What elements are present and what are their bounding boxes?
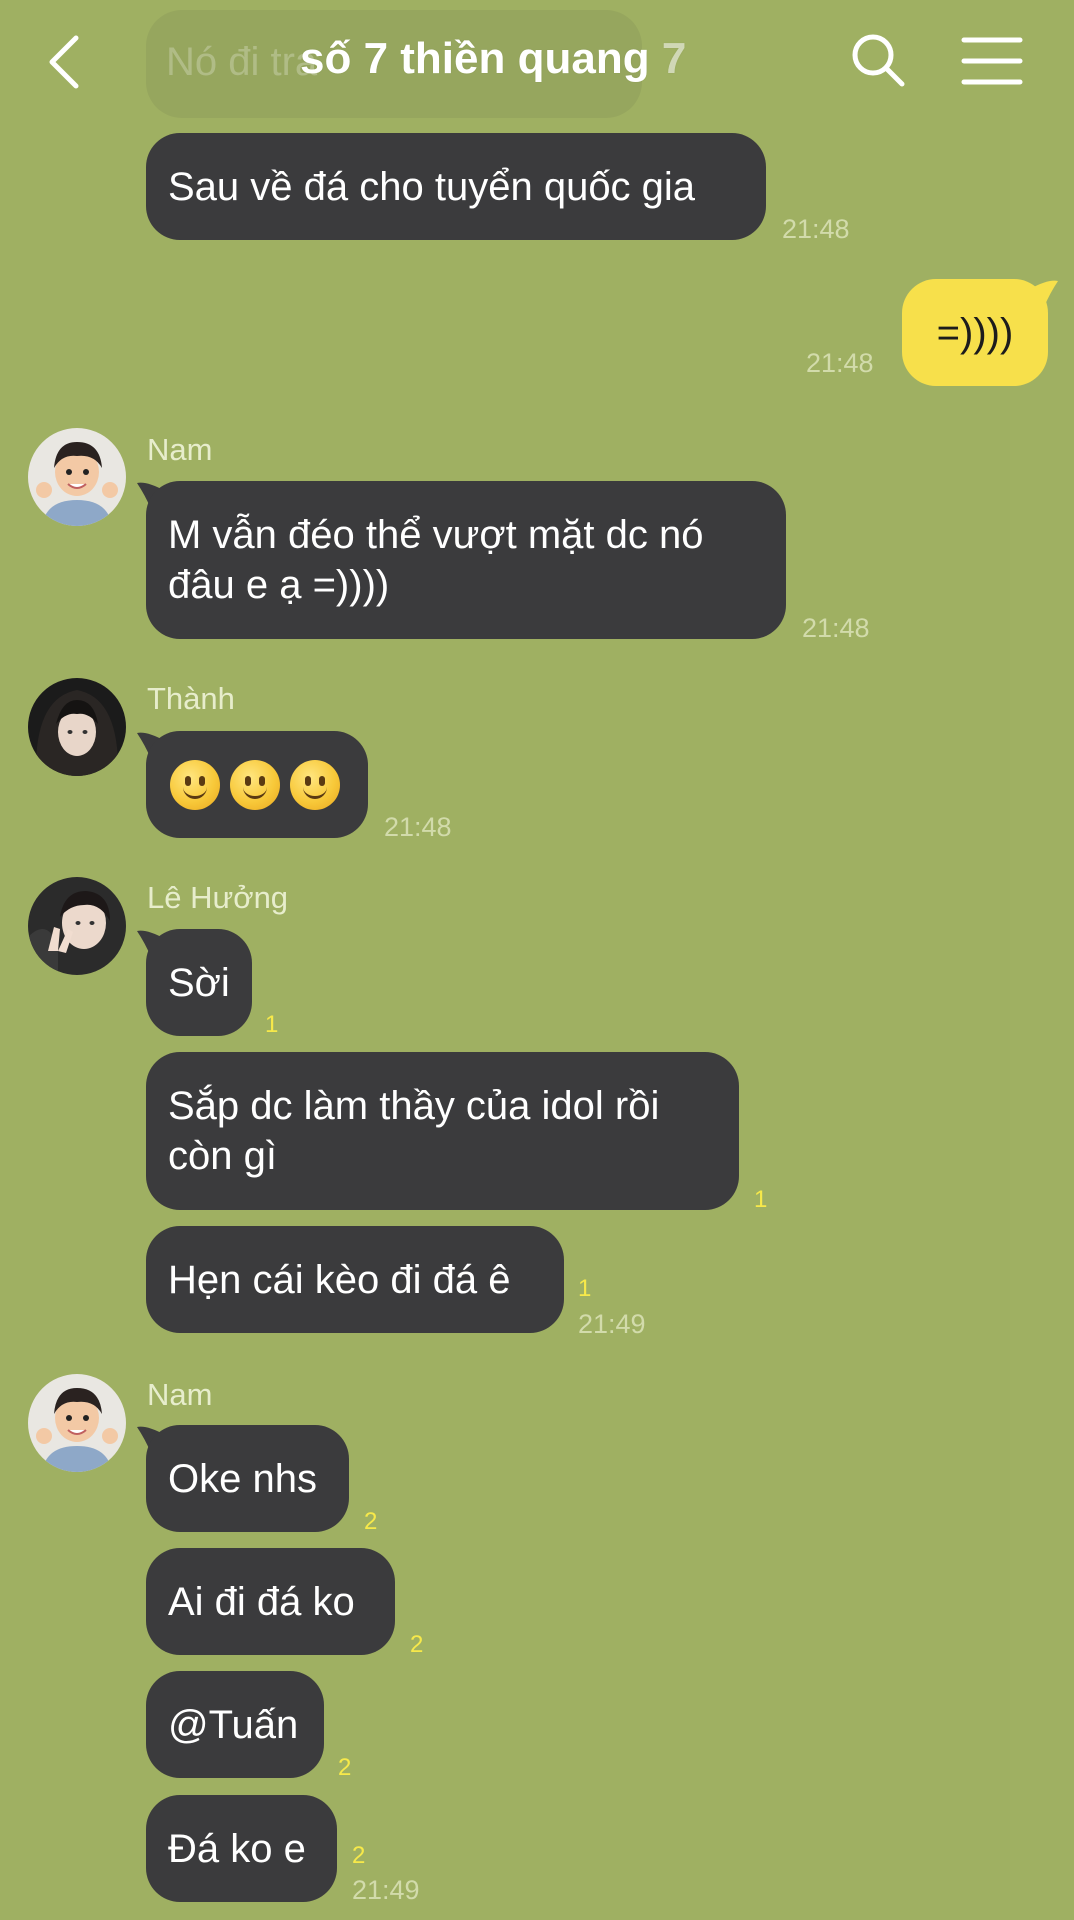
back-button[interactable]: [42, 30, 92, 94]
chat-title: số 7 thiền quang 7: [300, 34, 800, 84]
sender-name: Lê Hưởng: [147, 880, 289, 915]
hamburger-menu-icon: [961, 37, 1023, 85]
unread-count: 2: [352, 1842, 366, 1869]
unread-count: 1: [754, 1186, 768, 1213]
sender-name: Thành: [147, 681, 235, 716]
message-time: 21:48: [806, 348, 874, 378]
message-text: =)))): [936, 310, 1014, 355]
message-text: Sau về đá cho tuyển quốc gia: [168, 164, 696, 209]
smiling-face-icon: [290, 759, 340, 810]
my-message-bubble[interactable]: =)))): [902, 279, 1048, 386]
unread-count: 1: [578, 1275, 592, 1302]
avatar-image: [28, 428, 126, 526]
member-count: 7: [661, 34, 687, 83]
message-bubble[interactable]: Oke nhs: [146, 1425, 349, 1532]
message-bubble[interactable]: @Tuấn: [146, 1671, 324, 1778]
chevron-left-icon: [49, 35, 79, 89]
message-text: Đá ko e: [168, 1826, 306, 1871]
message-bubble[interactable]: Ai đi đá ko: [146, 1548, 395, 1655]
unread-count: 2: [338, 1754, 352, 1781]
smiling-face-icon: [170, 759, 220, 810]
message-text: Hẹn cái kèo đi đá ê: [168, 1257, 511, 1302]
message-text: Sời: [168, 960, 230, 1005]
message-time: 21:48: [782, 214, 850, 244]
unread-count: 1: [265, 1011, 279, 1038]
search-button[interactable]: [848, 30, 908, 90]
message-time: 21:48: [384, 812, 452, 842]
message-time: 21:49: [578, 1309, 646, 1339]
message-text: Ai đi đá ko: [168, 1579, 355, 1624]
unread-count: 2: [364, 1508, 378, 1535]
avatar-image: [28, 877, 126, 975]
message-bubble[interactable]: Hẹn cái kèo đi đá ê: [146, 1226, 564, 1333]
avatar-le-huong[interactable]: [28, 877, 126, 975]
avatar-image: [28, 1374, 126, 1472]
message-bubble[interactable]: [146, 731, 368, 838]
message-bubble[interactable]: Sau về đá cho tuyển quốc gia: [146, 133, 766, 240]
sender-name: Nam: [147, 1377, 213, 1412]
avatar-image: [28, 678, 126, 776]
chat-header: Nó đi tra số 7 thiền quang 7: [0, 0, 1074, 125]
menu-button[interactable]: [960, 34, 1024, 88]
message-time: 21:49: [352, 1875, 420, 1905]
message-text: M vẫn đéo thể vượt mặt dc nó đâu e ạ =))…: [168, 513, 704, 607]
message-bubble[interactable]: M vẫn đéo thể vượt mặt dc nó đâu e ạ =))…: [146, 481, 786, 639]
sender-name: Nam: [147, 432, 213, 467]
avatar-nam[interactable]: [28, 428, 126, 526]
search-icon: [852, 34, 905, 87]
message-text: @Tuấn: [168, 1702, 299, 1747]
message-bubble[interactable]: Sắp dc làm thầy của idol rồi còn gì: [146, 1052, 739, 1210]
bubble-tail: [1030, 280, 1058, 307]
message-text: Oke nhs: [168, 1456, 317, 1501]
message-bubble[interactable]: Đá ko e: [146, 1795, 337, 1902]
message-bubble[interactable]: Sời: [146, 929, 252, 1036]
message-text: Sắp dc làm thầy của idol rồi còn gì: [168, 1084, 660, 1178]
chat-title-name: số 7 thiền quang: [300, 34, 650, 83]
unread-count: 2: [410, 1631, 424, 1658]
previous-message-text: Nó đi tra: [166, 40, 318, 84]
message-time: 21:48: [802, 613, 870, 643]
avatar-nam[interactable]: [28, 1374, 126, 1472]
avatar-thanh[interactable]: [28, 678, 126, 776]
smiling-face-icon: [230, 759, 280, 810]
